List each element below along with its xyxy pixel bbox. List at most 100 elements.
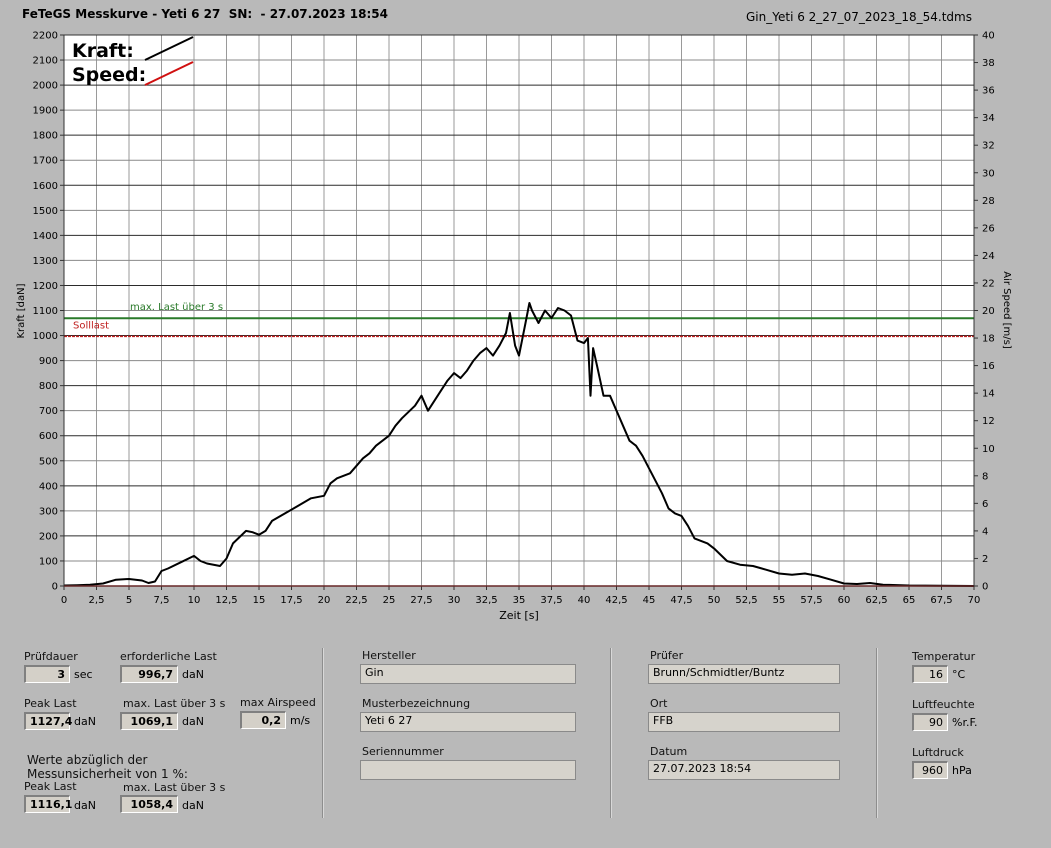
x-tick-label: 37,5 <box>540 595 562 606</box>
y-tick-label: 500 <box>39 456 58 467</box>
erf-last-label: erforderliche Last <box>120 650 217 663</box>
luftfeuchte-unit: %r.F. <box>952 716 978 729</box>
luftdruck-unit: hPa <box>952 764 972 777</box>
x-tick-label: 32,5 <box>475 595 497 606</box>
y2-axis-label: Air Speed [m/s] <box>1001 271 1012 349</box>
separator-1 <box>322 648 324 818</box>
max-last-label: max. Last über 3 s <box>123 697 226 710</box>
y2-tick-label: 30 <box>982 168 995 179</box>
temperatur-field: 16 <box>912 665 948 683</box>
y2-tick-label: 16 <box>982 361 995 372</box>
y-tick-label: 1600 <box>33 181 58 192</box>
peak-last-unit: daN <box>74 715 96 728</box>
force-speed-chart: 0 2,5 5 7,5 10 12,5 15 17,5 20 22,5 25 27,5 30 32,5 35… <box>16 31 1012 623</box>
max-last2-field: 1058,4 <box>120 795 178 813</box>
erf-last-field: 996,7 <box>120 665 178 683</box>
y-tick-label: 200 <box>39 531 58 542</box>
y2-tick-label: 2 <box>982 554 988 565</box>
x-tick-label: 0 <box>61 595 67 606</box>
peak-last-field: 1127,4 <box>24 712 72 730</box>
hersteller-field[interactable]: Gin <box>360 664 576 684</box>
y-tick-label: 1700 <box>33 156 58 167</box>
separator-3 <box>876 648 878 818</box>
peak-last2-field: 1116,1 <box>24 795 72 813</box>
y-tick-label: 100 <box>39 556 58 567</box>
x-tick-label: 42,5 <box>605 595 627 606</box>
y2-tick-label: 18 <box>982 334 995 345</box>
x-tick-label: 5 <box>126 595 132 606</box>
x-tick-label: 30 <box>448 595 461 606</box>
y2-tick-label: 28 <box>982 196 995 207</box>
x-tick-label: 60 <box>838 595 851 606</box>
y-tick-label: 600 <box>39 431 58 442</box>
y2-tick-label: 8 <box>982 471 988 482</box>
airspeed-unit: m/s <box>290 714 311 727</box>
airspeed-label: max Airspeed <box>240 696 316 709</box>
solllast-line-label: Solllast <box>73 320 109 331</box>
serien-label: Seriennummer <box>362 745 444 758</box>
y2-tick-label: 26 <box>982 223 995 234</box>
pruefdauer-field: 3 <box>24 665 70 683</box>
y2-tick-label: 22 <box>982 278 995 289</box>
separator-2 <box>610 648 612 818</box>
muster-field[interactable]: Yeti 6 27 <box>360 712 576 732</box>
x-tick-label: 7,5 <box>154 595 170 606</box>
y2-tick-label: 38 <box>982 58 995 69</box>
max-last2-unit: daN <box>182 799 204 812</box>
x-tick-label: 47,5 <box>670 595 692 606</box>
x-tick-label: 45 <box>643 595 656 606</box>
x-tick-label: 12,5 <box>215 595 237 606</box>
y-tick-label: 1400 <box>33 231 58 242</box>
y2-tick-label: 32 <box>982 141 995 152</box>
erf-last-unit: daN <box>182 668 204 681</box>
luftfeuchte-label: Luftfeuchte <box>912 698 975 711</box>
peak-last2-label: Peak Last <box>24 780 77 793</box>
y-tick-label: 1200 <box>33 281 58 292</box>
ort-field[interactable]: FFB <box>648 712 840 732</box>
luftfeuchte-field: 90 <box>912 713 948 731</box>
ort-label: Ort <box>650 697 668 710</box>
y-tick-label: 2200 <box>33 31 58 42</box>
x-tick-label: 57,5 <box>800 595 822 606</box>
y2-tick-label: 6 <box>982 499 988 510</box>
peak-last2-unit: daN <box>74 799 96 812</box>
y-tick-label: 1300 <box>33 256 58 267</box>
y-tick-label: 800 <box>39 381 58 392</box>
y-tick-label: 0 <box>52 582 58 593</box>
note-line1: Werte abzüglich der <box>27 753 148 767</box>
legend-speed-label: Speed: <box>72 64 146 86</box>
max-last2-label: max. Last über 3 s <box>123 781 226 794</box>
y-tick-label: 2000 <box>33 81 58 92</box>
datum-label: Datum <box>650 745 688 758</box>
datum-field[interactable]: 27.07.2023 18:54 <box>648 760 840 780</box>
y2-tick-label: 36 <box>982 86 995 97</box>
y2-tick-label: 24 <box>982 251 995 262</box>
pruefdauer-label: Prüfdauer <box>24 650 78 663</box>
serien-field[interactable] <box>360 760 576 780</box>
x-tick-label: 67,5 <box>930 595 952 606</box>
y2-tick-label: 4 <box>982 526 988 537</box>
x-tick-label: 10 <box>188 595 201 606</box>
luftdruck-label: Luftdruck <box>912 746 964 759</box>
y2-tick-label: 20 <box>982 306 995 317</box>
file-name: Gin_Yeti 6 2_27_07_2023_18_54.tdms <box>746 10 972 24</box>
x-tick-label: 50 <box>708 595 721 606</box>
y-tick-label: 1100 <box>33 306 58 317</box>
x-tick-label: 22,5 <box>345 595 367 606</box>
y-axis-label: Kraft [daN] <box>16 283 27 338</box>
luftdruck-field: 960 <box>912 761 948 779</box>
y-tick-label: 1500 <box>33 206 58 217</box>
pruefer-field[interactable]: Brunn/Schmidtler/Buntz <box>648 664 840 684</box>
y2-tick-label: 10 <box>982 444 995 455</box>
y-tick-label: 900 <box>39 356 58 367</box>
window-title: FeTeGS Messkurve - Yeti 6 27 SN: - 27.07… <box>22 7 388 21</box>
x-tick-label: 15 <box>253 595 266 606</box>
y2-tick-label: 0 <box>982 582 988 593</box>
peak-last-label: Peak Last <box>24 697 77 710</box>
hersteller-label: Hersteller <box>362 649 416 662</box>
max-last-line-label: max. Last über 3 s <box>130 302 223 313</box>
max-last-field: 1069,1 <box>120 712 178 730</box>
y-tick-label: 1000 <box>33 331 58 342</box>
y-tick-label: 400 <box>39 481 58 492</box>
y-tick-label: 300 <box>39 506 58 517</box>
